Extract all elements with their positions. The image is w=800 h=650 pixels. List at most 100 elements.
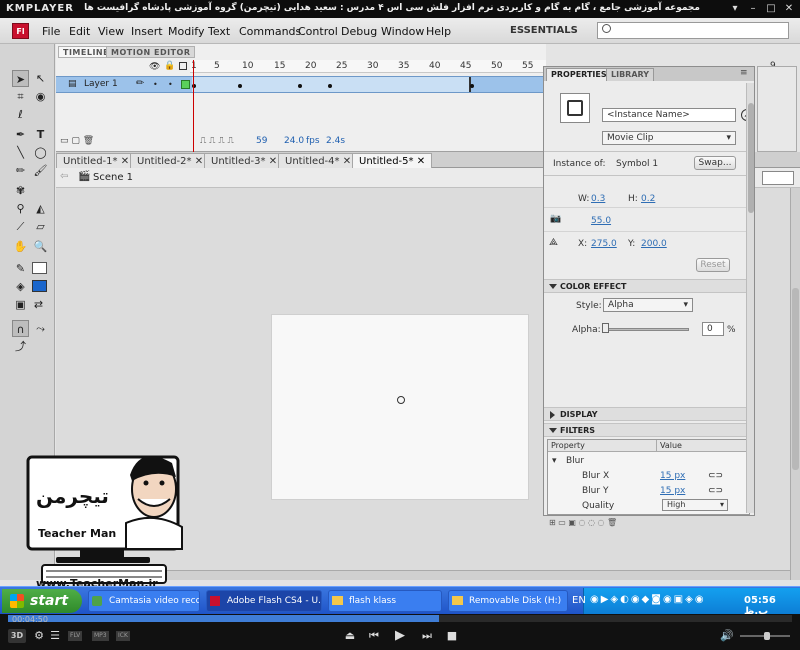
close-icon[interactable]: ✕: [782, 2, 796, 15]
subselection-tool-icon[interactable]: ↖: [32, 70, 49, 87]
stage-scrollbar[interactable]: [790, 188, 800, 580]
task-flash-klass[interactable]: flash klass: [328, 590, 442, 612]
lock-icon[interactable]: 🔒: [164, 61, 175, 71]
tab-untitled-5[interactable]: Untitled-5* ✕: [352, 153, 433, 168]
straighten-icon[interactable]: ⤴: [12, 338, 29, 355]
text-tool-icon[interactable]: T: [32, 126, 49, 143]
seek-bar[interactable]: [8, 615, 792, 622]
alpha-slider-handle[interactable]: [602, 323, 609, 333]
eyedropper-icon[interactable]: ⟋: [12, 218, 29, 235]
scene-name[interactable]: Scene 1: [93, 172, 133, 183]
free-transform-tool-icon[interactable]: ⌗: [12, 88, 29, 105]
tab-library[interactable]: LIBRARY: [606, 68, 655, 81]
quality-select[interactable]: High ▾: [662, 499, 728, 511]
bone-tool-icon[interactable]: ⚲: [12, 200, 29, 217]
menu-commands[interactable]: Commands: [239, 25, 301, 38]
deco-tool-icon[interactable]: ✾: [12, 182, 29, 199]
menu-edit[interactable]: Edit: [69, 25, 90, 38]
alpha-slider-track[interactable]: [603, 328, 689, 331]
stage[interactable]: [271, 314, 529, 500]
pencil-tool-icon[interactable]: ✏: [12, 162, 29, 179]
menu-file[interactable]: File: [42, 25, 60, 38]
task-adobe-flash[interactable]: Adobe Flash CS4 - U...: [206, 590, 322, 612]
stop-icon[interactable]: ■: [445, 629, 459, 643]
swap-button[interactable]: Swap...: [694, 156, 736, 170]
menu-insert[interactable]: Insert: [131, 25, 163, 38]
keyframe-dot[interactable]: [238, 84, 242, 88]
zoom-tool-icon[interactable]: 🔍: [32, 238, 49, 255]
keyframe-dot[interactable]: [298, 84, 302, 88]
fill-color-icon[interactable]: ◈: [12, 278, 29, 295]
panel-menu-icon[interactable]: ≡: [740, 68, 748, 78]
hand-tool-icon[interactable]: ✋: [12, 238, 29, 255]
play-icon[interactable]: ▶: [393, 629, 407, 643]
smooth-icon[interactable]: ⤳: [32, 320, 49, 337]
3d-rotation-tool-icon[interactable]: ◉: [32, 88, 49, 105]
3d-button[interactable]: 3D: [8, 629, 26, 643]
link-icon[interactable]: ⊂⊃: [708, 486, 723, 496]
close-icon[interactable]: ✕: [121, 156, 129, 167]
stroke-color-swatch[interactable]: [32, 262, 47, 274]
onion-skin-icons[interactable]: ⎍ ⎍ ⎍ ⎍: [200, 136, 234, 146]
color-effect-header[interactable]: COLOR EFFECT: [544, 279, 754, 293]
settings-icon[interactable]: ⚙: [32, 629, 46, 643]
layer-name[interactable]: Layer 1: [84, 79, 118, 89]
volume-icon[interactable]: 🔊: [720, 629, 734, 643]
eject-icon[interactable]: ⏏: [343, 629, 357, 643]
scrollbar-thumb[interactable]: [748, 103, 754, 213]
eraser-icon[interactable]: ▱: [32, 218, 49, 235]
alpha-input[interactable]: 0: [702, 322, 724, 336]
pin-icon[interactable]: ▾: [728, 2, 742, 15]
display-header[interactable]: DISPLAY: [544, 407, 754, 421]
brush-tool-icon[interactable]: 🖌: [32, 162, 49, 179]
menu-control[interactable]: Control: [298, 25, 338, 38]
task-removable-disk[interactable]: Removable Disk (H:): [448, 590, 568, 612]
menu-help[interactable]: Help: [426, 25, 451, 38]
volume-slider[interactable]: [740, 632, 790, 640]
visibility-dot[interactable]: •: [153, 80, 158, 89]
close-icon[interactable]: ✕: [417, 156, 425, 167]
instance-name-input[interactable]: <Instance Name>: [602, 108, 736, 122]
style-select[interactable]: Alpha ▾: [603, 298, 693, 312]
keyframe-dot[interactable]: [328, 84, 332, 88]
menu-view[interactable]: View: [98, 25, 124, 38]
tab-motion-editor[interactable]: MOTION EDITOR: [106, 46, 196, 58]
menu-debug[interactable]: Debug: [341, 25, 377, 38]
tab-untitled-3[interactable]: Untitled-3* ✕: [204, 153, 285, 168]
x-value[interactable]: 275.0: [591, 239, 617, 249]
y-value[interactable]: 200.0: [641, 239, 667, 249]
volume-handle[interactable]: [764, 632, 770, 640]
tag-ick[interactable]: ICK: [116, 631, 130, 641]
selection-tool-icon[interactable]: ➤: [12, 70, 29, 87]
tray-icons[interactable]: ◉▶◈◐◉◆◙◉▣◈◉: [590, 594, 706, 605]
height-value[interactable]: 0.2: [641, 194, 655, 204]
back-arrow-icon[interactable]: ⇦: [60, 171, 68, 182]
black-white-icon[interactable]: ▣: [12, 296, 29, 313]
blury-value[interactable]: 15 px: [660, 486, 685, 496]
layer-color-swatch[interactable]: [181, 80, 190, 89]
menu-window[interactable]: Window: [381, 25, 424, 38]
task-camtasia[interactable]: Camtasia video reco...: [88, 590, 200, 612]
close-icon[interactable]: ✕: [343, 156, 351, 167]
tab-untitled-2[interactable]: Untitled-2* ✕: [130, 153, 211, 168]
tab-properties[interactable]: PROPERTIES: [546, 68, 612, 81]
eye-icon[interactable]: 👁: [149, 62, 160, 72]
zoom-field[interactable]: [762, 171, 794, 185]
previous-icon[interactable]: ⏮: [367, 629, 381, 643]
fps-value[interactable]: 24.0: [284, 136, 304, 146]
fill-color-swatch[interactable]: [32, 280, 47, 292]
properties-scrollbar[interactable]: [746, 83, 754, 513]
tab-untitled-1[interactable]: Untitled-1* ✕: [56, 153, 137, 168]
lock-dot[interactable]: •: [168, 80, 173, 89]
blur-filter-label[interactable]: Blur: [566, 456, 584, 466]
reset-button[interactable]: Reset: [696, 258, 730, 272]
width-value[interactable]: 0.3: [591, 194, 605, 204]
scrollbar-thumb[interactable]: [792, 288, 799, 470]
tag-flv[interactable]: FLV: [68, 631, 83, 641]
swap-colors-icon[interactable]: ⇄: [30, 296, 47, 313]
line-tool-icon[interactable]: ╲: [12, 144, 29, 161]
workspace-switcher[interactable]: ESSENTIALS ▾: [502, 22, 586, 54]
menu-modify[interactable]: Modify: [168, 25, 204, 38]
playlist-icon[interactable]: ☰: [48, 629, 62, 643]
language-indicator[interactable]: EN: [572, 595, 586, 606]
